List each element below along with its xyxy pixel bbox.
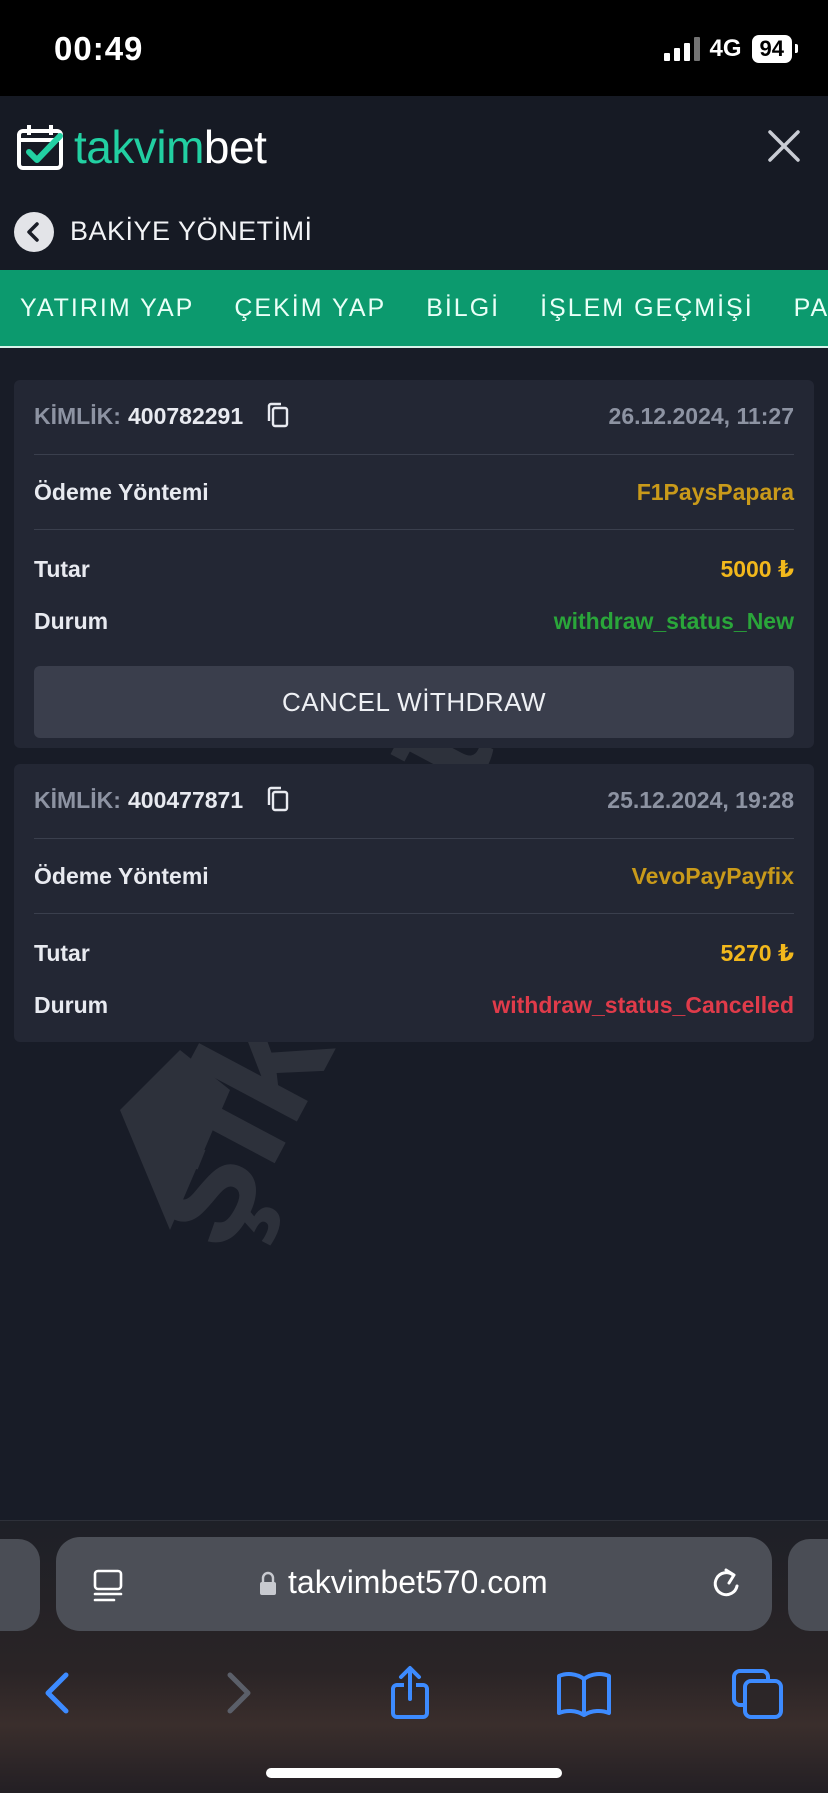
home-indicator — [266, 1768, 562, 1778]
amount-value: 5000 ₺ — [720, 556, 794, 582]
close-icon[interactable] — [762, 124, 806, 168]
back-button[interactable] — [14, 212, 54, 252]
payment-method-row: Ödeme Yöntemi F1PaysPapara — [34, 455, 794, 530]
transaction-header: KİMLİK: 400477871 25.12.2024, 19:28 — [34, 764, 794, 839]
back-arrow-icon[interactable] — [30, 1665, 90, 1721]
status-value: withdraw_status_New — [553, 608, 794, 634]
amount-label: Tutar — [34, 556, 90, 582]
share-icon[interactable] — [380, 1665, 440, 1721]
reload-icon[interactable] — [708, 1565, 744, 1603]
url-text: takvimbet570.com — [288, 1564, 548, 1600]
logo-text: takvimbet — [74, 120, 267, 174]
status-time: 00:49 — [54, 30, 144, 67]
cancel-withdraw-button[interactable]: CANCEL WİTHDRAW — [34, 666, 794, 738]
cellular-signal-icon — [663, 37, 700, 61]
logo-text-part1: takvim — [74, 121, 204, 173]
address-bar[interactable]: takvimbet570.com — [56, 1537, 772, 1631]
browser-toolbar: takvimbet570.com — [0, 1520, 828, 1793]
next-tab-peek[interactable] — [788, 1539, 828, 1631]
logo-text-part2: bet — [203, 121, 267, 173]
status-indicators: 4G 94 — [663, 34, 799, 64]
tab-deposit[interactable]: YATIRIM YAP — [0, 270, 214, 346]
transaction-id: 400782291 — [128, 403, 244, 429]
browser-nav-bar — [0, 1641, 828, 1741]
bookmarks-icon[interactable] — [554, 1665, 614, 1721]
status-label: Durum — [34, 608, 109, 634]
amount-row: Tutar 5270 ₺ — [34, 926, 794, 978]
status-row: Durum withdraw_status_New — [34, 594, 794, 646]
lock-icon — [260, 1571, 276, 1595]
tab-info[interactable]: BİLGİ — [406, 270, 520, 346]
copy-icon[interactable] — [266, 785, 290, 813]
status-bar: 00:49 4G 94 — [0, 0, 828, 96]
transaction-card: KİMLİK: 400782291 26.12.2024, 11:27 Ödem… — [14, 380, 814, 748]
payment-method-value: F1PaysPapara — [636, 479, 794, 505]
payment-method-label: Ödeme Yöntemi — [34, 479, 209, 505]
forward-arrow-icon[interactable] — [206, 1665, 266, 1721]
chevron-left-icon — [27, 222, 39, 242]
section-header: BAKİYE YÖNETİMİ — [0, 196, 828, 270]
status-value: withdraw_status_Cancelled — [492, 992, 794, 1018]
battery-indicator: 94 — [751, 35, 799, 63]
page-menu-icon[interactable] — [90, 1567, 126, 1603]
transaction-id: 400477871 — [128, 787, 244, 813]
page-title: BAKİYE YÖNETİMİ — [70, 216, 313, 246]
tab-withdraw[interactable]: ÇEKİM YAP — [214, 270, 406, 346]
id-label: KİMLİK: — [34, 403, 121, 429]
site-logo[interactable]: takvimbet — [16, 120, 267, 174]
calendar-check-icon — [17, 125, 63, 170]
transaction-date: 26.12.2024, 11:27 — [608, 403, 794, 429]
copy-icon[interactable] — [266, 401, 290, 429]
amount-label: Tutar — [34, 940, 90, 966]
transaction-header: KİMLİK: 400782291 26.12.2024, 11:27 — [34, 380, 794, 455]
transaction-card: KİMLİK: 400477871 25.12.2024, 19:28 Ödem… — [14, 764, 814, 1042]
status-label: Durum — [34, 992, 109, 1018]
tab-overflow[interactable]: PAR — [774, 270, 828, 346]
tab-transaction-history[interactable]: İŞLEM GEÇMİŞİ — [520, 270, 774, 346]
tab-bar: YATIRIM YAP ÇEKİM YAP BİLGİ İŞLEM GEÇMİŞİ PA… — [0, 270, 828, 348]
transaction-date: 25.12.2024, 19:28 — [607, 787, 794, 813]
payment-method-label: Ödeme Yöntemi — [34, 863, 209, 889]
previous-tab-peek[interactable] — [0, 1539, 40, 1631]
payment-method-value: VevoPayPayfix — [631, 863, 794, 889]
payment-method-row: Ödeme Yöntemi VevoPayPayfix — [34, 839, 794, 914]
id-label: KİMLİK: — [34, 787, 121, 813]
site-header: takvimbet — [0, 96, 828, 196]
amount-value: 5270 ₺ — [720, 940, 794, 966]
status-row: Durum withdraw_status_Cancelled — [34, 978, 794, 1030]
amount-row: Tutar 5000 ₺ — [34, 542, 794, 594]
network-type: 4G — [709, 35, 742, 62]
tabs-icon[interactable] — [728, 1665, 788, 1721]
